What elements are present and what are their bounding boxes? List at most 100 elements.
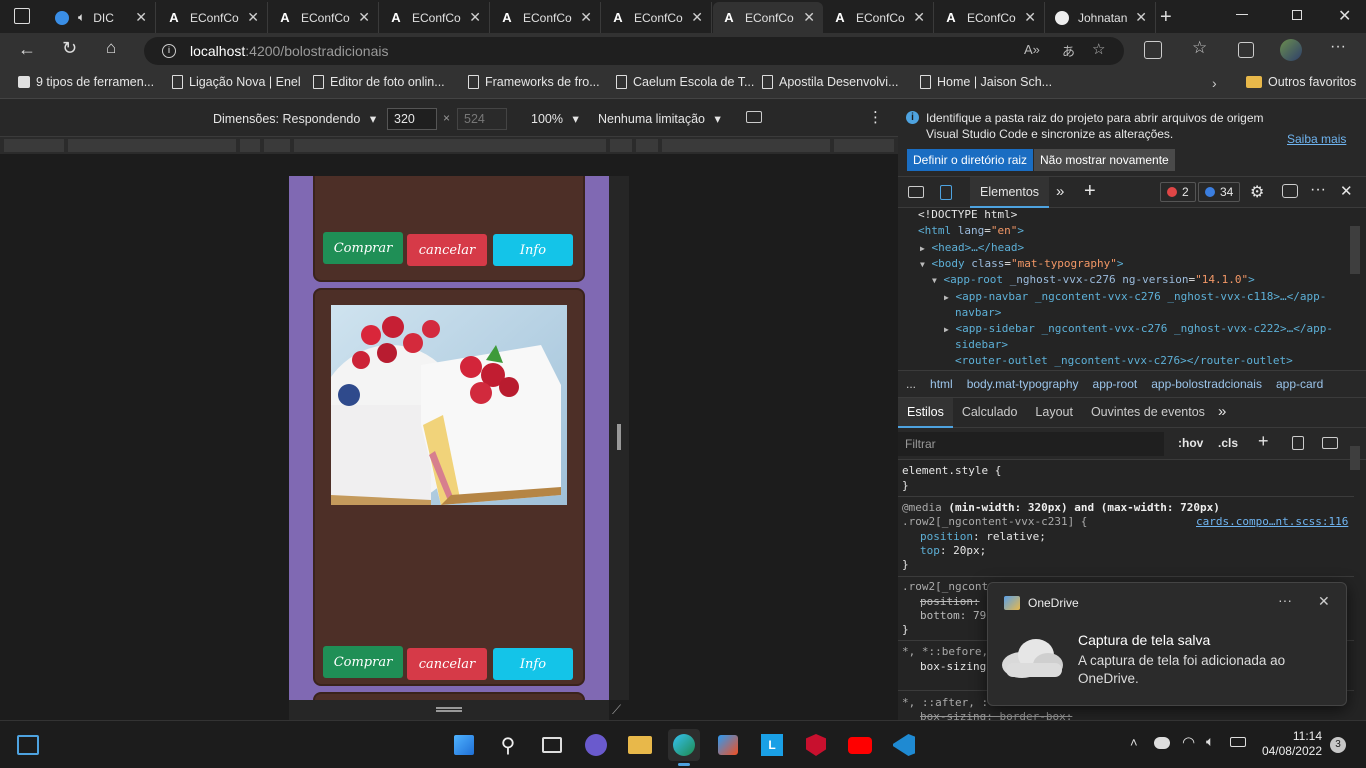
dom-line[interactable]: ▶ <head>…</head>	[920, 241, 1024, 254]
ruler-segment[interactable]	[68, 139, 236, 152]
dom-line[interactable]: sidebar>	[955, 338, 1008, 351]
minimize-icon[interactable]	[1236, 14, 1248, 15]
collapse-icon[interactable]: ▼	[932, 276, 937, 285]
breadcrumb-item[interactable]: app-bolostradcionais	[1151, 377, 1262, 391]
chevron-up-icon[interactable]: ˄	[1130, 735, 1138, 750]
ruler-segment[interactable]	[240, 139, 260, 152]
notification-badge[interactable]: 3	[1330, 737, 1346, 753]
height-input[interactable]: 524	[457, 108, 507, 130]
width-input[interactable]: 320	[387, 108, 437, 130]
favorite-item[interactable]: Home | Jaison Sch...	[920, 75, 1052, 89]
breadcrumb-item[interactable]: body.mat-typography	[967, 377, 1079, 391]
add-favorite-icon[interactable]: ☆	[1092, 40, 1105, 58]
element-style-rule[interactable]: element.style {	[902, 464, 1001, 477]
cancelar-button[interactable]: cancelar	[407, 648, 487, 680]
throttle-select[interactable]: Nenhuma limitação ▾	[598, 111, 721, 126]
breadcrumb-item[interactable]: html	[930, 377, 953, 391]
device-emulation-icon[interactable]	[940, 185, 952, 200]
mcafee-icon[interactable]	[802, 731, 830, 759]
style-declaration[interactable]: bottom: 79	[920, 609, 986, 622]
speaker-icon[interactable]: 🔈︎	[78, 10, 85, 25]
expand-icon[interactable]: ▶	[944, 293, 949, 302]
dom-tree[interactable]: <!DOCTYPE html> <html lang="en"> ▶ <head…	[898, 208, 1366, 370]
tab-close-icon[interactable]: ✕	[691, 9, 703, 26]
ruler-segment[interactable]	[662, 139, 830, 152]
browser-tab[interactable]: A EConfCo ✕	[269, 2, 379, 33]
styles-tab[interactable]: Ouvintes de eventos	[1082, 398, 1214, 428]
comprar-button[interactable]: Comprar	[323, 646, 403, 678]
breadcrumb-item[interactable]: app-card	[1276, 377, 1323, 391]
tab-close-icon[interactable]: ✕	[358, 9, 370, 26]
cancelar-button[interactable]: cancelar	[407, 234, 487, 266]
tab-close-icon[interactable]: ✕	[135, 9, 147, 26]
tab-actions-icon[interactable]	[14, 8, 30, 24]
rule-selector[interactable]: *, ::after, :	[902, 696, 988, 709]
favorite-item[interactable]: Ligação Nova | Enel	[172, 75, 301, 89]
browser-tab[interactable]: A EConfCo ✕	[380, 2, 490, 33]
more-tabs-icon[interactable]: »	[1056, 183, 1064, 200]
dom-line[interactable]: <!DOCTYPE html>	[918, 208, 1017, 221]
zoom-select[interactable]: 100% ▾	[531, 111, 579, 126]
close-devtools-icon[interactable]: ✕	[1340, 182, 1353, 200]
rotate-icon[interactable]	[746, 111, 762, 123]
messages-badge[interactable]: 34	[1198, 182, 1241, 202]
tab-close-icon[interactable]: ✕	[580, 9, 592, 26]
read-aloud-icon[interactable]: A»	[1024, 42, 1040, 57]
toast-more-icon[interactable]: ···	[1278, 592, 1292, 608]
resize-corner-icon[interactable]: ⟋	[612, 702, 621, 718]
battery-icon[interactable]	[1230, 737, 1246, 747]
styles-tab[interactable]: Layout	[1026, 398, 1082, 428]
tab-close-icon[interactable]: ✕	[803, 9, 815, 26]
collections-icon[interactable]	[1238, 42, 1254, 58]
style-declaration[interactable]: top: 20px;	[920, 544, 986, 557]
tab-close-icon[interactable]: ✕	[1024, 9, 1036, 26]
translate-icon[interactable]: あ	[1062, 41, 1075, 60]
file-explorer-icon[interactable]	[626, 731, 654, 759]
volume-icon[interactable]: 🔈︎	[1206, 733, 1214, 750]
add-tab-icon[interactable]: +	[1084, 180, 1096, 203]
resize-handle-right[interactable]	[617, 424, 621, 450]
ruler-segment[interactable]	[4, 139, 64, 152]
errors-badge[interactable]: 2	[1160, 182, 1196, 202]
ruler-segment[interactable]	[636, 139, 658, 152]
ruler-segment[interactable]	[610, 139, 632, 152]
styles-tab[interactable]: Calculado	[953, 398, 1027, 428]
customize-icon[interactable]	[1282, 184, 1298, 198]
ruler-segment[interactable]	[264, 139, 290, 152]
extensions-icon[interactable]	[1144, 41, 1162, 59]
browser-tab[interactable]: 🔈︎ DIC ✕	[46, 2, 156, 33]
tab-close-icon[interactable]: ✕	[1135, 9, 1147, 26]
breadcrumb-item[interactable]: ...	[906, 377, 916, 391]
collapse-icon[interactable]: ▼	[920, 260, 925, 269]
browser-tab[interactable]: A EConfCo ✕	[158, 2, 268, 33]
browser-tab[interactable]: A EConfCo ✕	[935, 2, 1045, 33]
chat-icon[interactable]	[582, 731, 610, 759]
widgets-icon[interactable]	[14, 731, 42, 759]
search-icon[interactable]: ⚲	[494, 731, 522, 759]
browser-tab[interactable]: A EConfCo ✕	[713, 2, 823, 33]
wifi-icon[interactable]: ◠	[1182, 733, 1195, 751]
learn-more-link[interactable]: Saiba mais	[1287, 132, 1346, 146]
style-declaration[interactable]: position: relative;	[920, 530, 1046, 543]
resize-handle-bottom[interactable]	[436, 707, 462, 712]
home-icon[interactable]: ⌂	[106, 38, 116, 58]
profile-avatar[interactable]	[1280, 39, 1302, 61]
browser-tab[interactable]: A EConfCo ✕	[824, 2, 934, 33]
dont-show-button[interactable]: Não mostrar novamente	[1034, 149, 1175, 171]
dom-scrollbar[interactable]	[1350, 226, 1360, 274]
styles-tab[interactable]: Estilos	[898, 398, 953, 428]
tab-close-icon[interactable]: ✕	[913, 9, 925, 26]
more-style-tabs-icon[interactable]: »	[1218, 403, 1226, 420]
source-link[interactable]: cards.compo…nt.scss:116	[1196, 515, 1348, 528]
dom-line[interactable]: <html lang="en">	[918, 224, 1024, 237]
media-query-ruler[interactable]	[0, 137, 898, 154]
inspect-icon[interactable]	[908, 186, 924, 198]
browser-tab[interactable]: Johnatan ✕	[1046, 2, 1156, 33]
filter-input[interactable]: Filtrar	[898, 432, 1164, 456]
breadcrumb-item[interactable]: app-root	[1093, 377, 1138, 391]
computed-style-icon[interactable]	[1292, 436, 1304, 450]
new-tab-icon[interactable]: +	[1160, 6, 1172, 29]
chevron-right-icon[interactable]: ›	[1212, 75, 1217, 91]
rule-selector[interactable]: .row2[_ngcontent-vvx-c231] {	[902, 515, 1087, 528]
onedrive-tray-icon[interactable]	[1154, 737, 1170, 749]
